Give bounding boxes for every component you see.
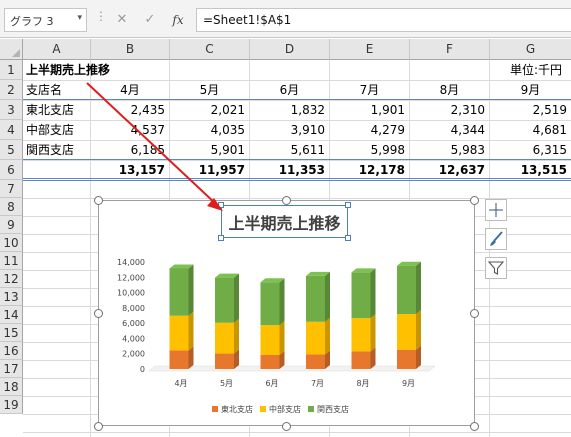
annotation-arrow bbox=[86, 82, 223, 211]
